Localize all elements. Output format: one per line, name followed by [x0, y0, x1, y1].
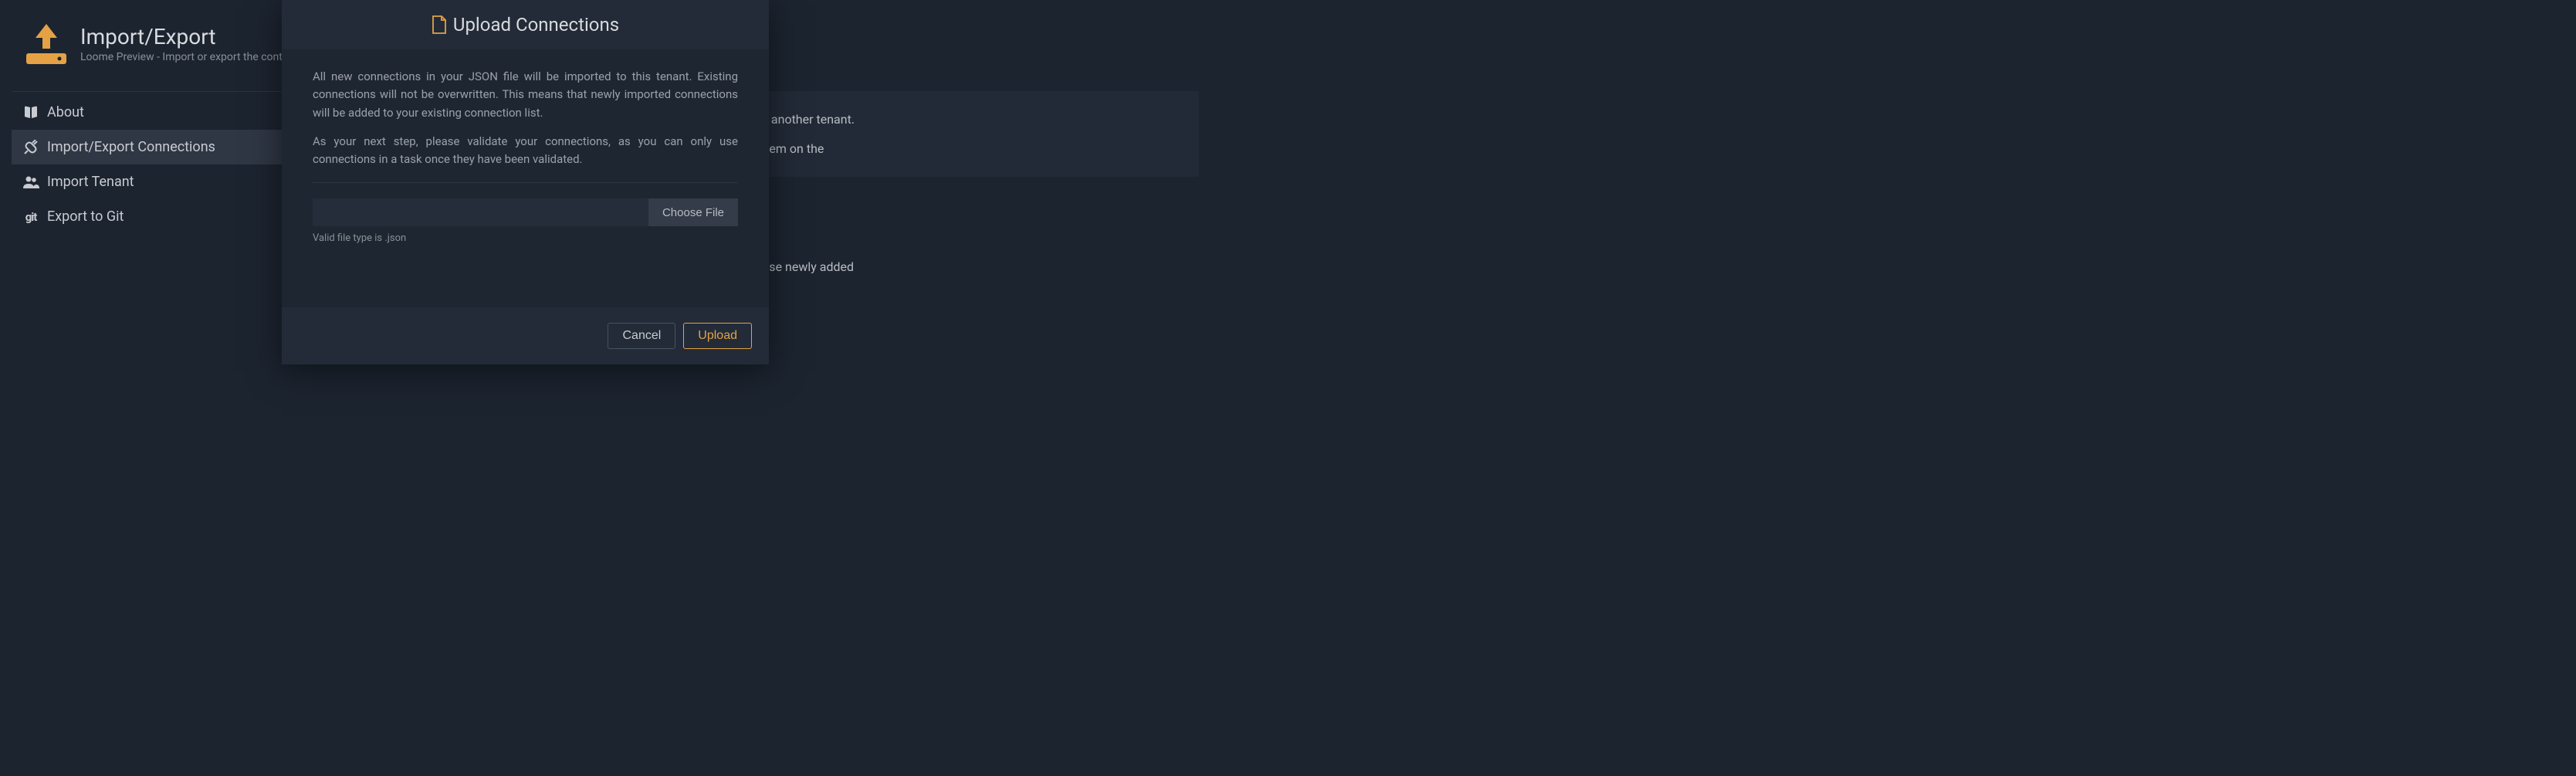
- sidebar-item-label: Import/Export Connections: [47, 139, 215, 155]
- page-title: Import/Export: [80, 24, 298, 49]
- divider: [313, 182, 738, 183]
- upload-button[interactable]: Upload: [683, 323, 752, 349]
- git-icon: git: [22, 210, 39, 224]
- modal-header: Upload Connections: [282, 0, 769, 49]
- file-path-input[interactable]: [313, 198, 648, 226]
- users-icon: [22, 175, 39, 189]
- modal-footer: Cancel Upload: [282, 307, 769, 364]
- choose-file-button[interactable]: Choose File: [648, 198, 738, 226]
- page-subtitle: Loome Preview - Import or export the con…: [80, 51, 298, 63]
- modal-text: All new connections in your JSON file wi…: [313, 68, 738, 122]
- file-type-hint: Valid file type is .json: [313, 232, 738, 244]
- plug-icon: [22, 140, 39, 155]
- modal-body: All new connections in your JSON file wi…: [282, 49, 769, 307]
- modal-text: As your next step, please validate your …: [313, 133, 738, 169]
- cancel-button[interactable]: Cancel: [608, 323, 675, 349]
- upload-icon: [23, 20, 69, 66]
- file-icon: [432, 15, 447, 34]
- sidebar-item-label: About: [47, 104, 84, 120]
- file-input-row: Choose File: [313, 198, 738, 226]
- book-icon: [22, 106, 39, 120]
- sidebar-item-label: Import Tenant: [47, 174, 134, 190]
- sidebar-item-label: Export to Git: [47, 208, 124, 225]
- modal-title: Upload Connections: [453, 14, 619, 36]
- upload-connections-modal: Upload Connections All new connections i…: [282, 0, 769, 364]
